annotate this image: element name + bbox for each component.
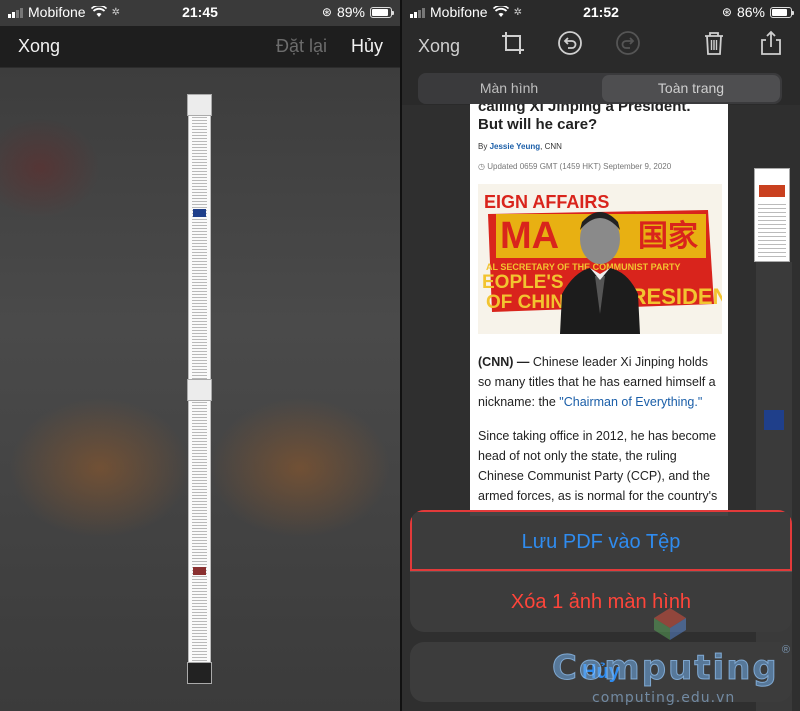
status-right: ⊛ 86% xyxy=(721,4,794,20)
watermark: Computing ® computing.edu.vn xyxy=(552,606,792,706)
markup-toolbar: Xong Đặt lại Hủy xyxy=(0,26,400,68)
tab-screen[interactable]: Màn hình xyxy=(420,75,598,102)
navigator-lines xyxy=(758,201,786,257)
navigator-image xyxy=(764,410,784,430)
left-screenshot: Mobifone ✲ 21:45 ⊛ 89% Xong Đặt lại Hủy xyxy=(0,0,400,711)
headline-line-2: But will he care? xyxy=(478,116,598,133)
redo-icon[interactable] xyxy=(615,30,641,56)
article-paragraph-1: (CNN) — Chinese leader Xi Jinping holds … xyxy=(478,352,723,412)
photo-text-of-chin: OF CHIN xyxy=(486,292,564,313)
clock-icon: ◷ xyxy=(478,162,485,171)
cancel-button[interactable]: Hủy xyxy=(351,36,383,57)
share-icon[interactable] xyxy=(758,30,784,56)
photo-text-main: MA xyxy=(500,215,559,257)
chairman-link[interactable]: "Chairman of Everything." xyxy=(559,395,702,409)
battery-percent: 89% xyxy=(336,4,365,20)
undo-icon[interactable] xyxy=(557,30,583,56)
screenshot-mode-control: Màn hình Toàn trang xyxy=(418,73,782,104)
viewport-handle[interactable] xyxy=(187,379,212,401)
article-photo: MA 国家 EIGN AFFAIRS AL SECRETARY OF THE C… xyxy=(478,184,722,334)
strip-image-thumb xyxy=(193,209,206,217)
tab-full-page[interactable]: Toàn trang xyxy=(602,75,780,102)
strip-image-thumb xyxy=(193,567,206,575)
battery-icon xyxy=(770,6,794,18)
author-link[interactable]: Jessie Yeung xyxy=(490,142,541,151)
watermark-url: computing.edu.vn xyxy=(592,690,736,706)
paragraph-lead: (CNN) — xyxy=(478,355,530,369)
done-button[interactable]: Xong xyxy=(18,36,60,57)
byline: By Jessie Yeung, CNN xyxy=(478,142,562,151)
photo-text-people: EOPLE'S xyxy=(482,272,564,293)
battery-icon xyxy=(370,6,394,18)
status-bar: Mobifone ✲ 21:45 ⊛ 89% xyxy=(0,0,400,24)
headline-line-1: calling Xi Jinping a President. xyxy=(478,104,691,115)
navigator-image xyxy=(759,185,785,197)
top-crop-handle[interactable] xyxy=(187,94,212,116)
done-button[interactable]: Xong xyxy=(418,36,460,57)
trash-icon[interactable] xyxy=(701,30,727,56)
updated-text: Updated 0659 GMT (1459 HKT) September 9,… xyxy=(487,162,672,171)
status-bar: Mobifone ✲ 21:52 ⊛ 86% xyxy=(402,0,800,24)
article-paragraph-2: Since taking office in 2012, he has beco… xyxy=(478,429,718,503)
watermark-name: Computing xyxy=(552,648,779,689)
byline-outlet: , CNN xyxy=(540,142,562,151)
rotation-lock-icon: ⊛ xyxy=(321,5,332,19)
bottom-crop-handle[interactable] xyxy=(187,662,212,684)
rotation-lock-icon: ⊛ xyxy=(721,5,732,19)
photo-text-top: EIGN AFFAIRS xyxy=(484,192,609,212)
updated-timestamp: ◷ Updated 0659 GMT (1459 HKT) September … xyxy=(478,162,671,171)
right-screenshot: Mobifone ✲ 21:52 ⊛ 86% Xong Màn hình Toà… xyxy=(402,0,800,711)
watermark-registered: ® xyxy=(781,644,790,656)
save-pdf-to-files-button[interactable]: Lưu PDF vào Tệp xyxy=(410,510,792,571)
crop-icon[interactable] xyxy=(500,30,526,56)
photo-text-line: AL SECRETARY OF THE COMMUNIST PARTY xyxy=(486,262,681,272)
photo-text-chinese: 国家 xyxy=(638,219,698,254)
article-headline: calling Xi Jinping a President. But will… xyxy=(478,104,718,134)
page-navigator-thumbnail[interactable] xyxy=(754,168,790,262)
photo-illustration: MA 国家 EIGN AFFAIRS AL SECRETARY OF THE C… xyxy=(478,184,722,334)
byline-prefix: By xyxy=(478,142,488,151)
status-right: ⊛ 89% xyxy=(321,4,394,20)
reset-button[interactable]: Đặt lại xyxy=(276,36,327,57)
watermark-logo-icon xyxy=(654,608,686,640)
battery-percent: 86% xyxy=(736,4,765,20)
article-preview[interactable]: calling Xi Jinping a President. But will… xyxy=(470,104,728,516)
